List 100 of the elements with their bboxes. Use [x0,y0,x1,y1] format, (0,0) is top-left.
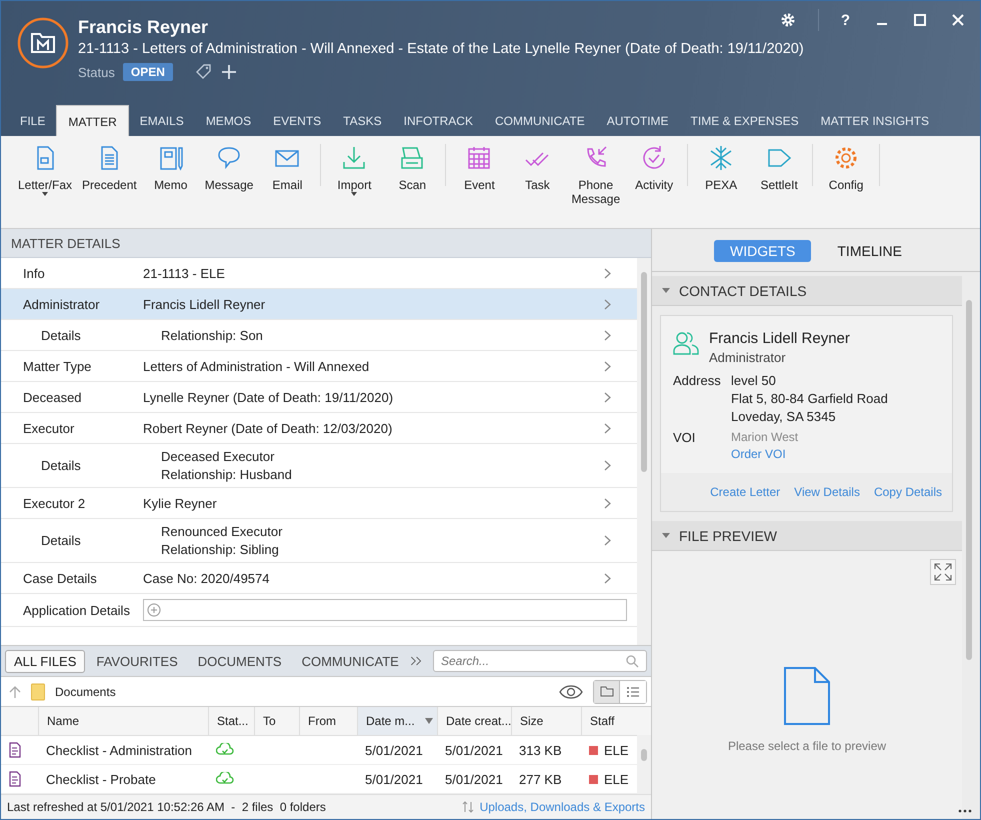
status-text: Last refreshed at 5/01/2021 10:52:26 AM - 2 files 0 folders [7,800,326,814]
scrollbar[interactable] [637,735,651,794]
matter-logo-icon [17,17,69,69]
column-header[interactable]: Date creat... [437,707,511,736]
chevron-right-icon [604,330,611,340]
ribbon-tab[interactable]: INFOTRACK [392,105,484,136]
detail-label: Administrator [22,296,101,312]
more-icon[interactable] [958,809,972,813]
ribbon-button[interactable]: Task [508,144,566,220]
folder-view-button[interactable] [594,680,620,703]
category-tab[interactable]: ALL FILES [5,650,86,673]
detail-label: Executor [22,420,76,436]
column-header[interactable]: Date m... [357,707,437,736]
document-icon [784,667,830,725]
ribbon-button[interactable]: Scan [383,144,442,220]
ribbon-button[interactable]: Phone Message [566,144,626,220]
date-cell-text: 5/01/2021 [444,770,504,789]
close-icon[interactable] [952,14,964,26]
ribbon-button[interactable]: Email [258,144,316,220]
column-header[interactable]: Staff [581,707,631,736]
date-cell-text: 5/01/2021 [364,770,424,789]
chevron-right-icon [604,498,611,508]
ribbon-tab[interactable]: COMMUNICATE [484,105,596,136]
date-cell-text: 5/01/2021 [364,742,424,760]
detail-row[interactable]: Details Relationship: Son [1,320,637,351]
column-header[interactable]: Size [511,707,581,736]
ribbon-button[interactable]: Config [817,144,876,220]
detail-value: Relationship: Husband [161,467,293,482]
detail-row[interactable]: Case Details Case No: 2020/49574 [1,563,637,594]
ribbon-tab[interactable]: AUTOTIME [596,105,680,136]
detail-row[interactable]: Deceased Lynelle Reyner (Date of Death: 19/11/2020) [1,382,637,413]
detail-row[interactable]: Administrator Francis Lidell Reyner [1,289,637,320]
column-header[interactable]: To [254,707,299,736]
category-tab[interactable]: FAVOURITES [87,650,187,673]
ribbon-tab[interactable]: MEMOS [194,105,262,136]
detail-value: Lynelle Reyner (Date of Death: 19/11/2020) [143,390,394,404]
help-button[interactable]: ? [840,12,850,28]
chevron-right-icon [604,392,611,402]
detail-input-field[interactable] [143,599,627,621]
detail-label: Details [40,328,82,342]
scrollbar[interactable] [637,258,651,646]
section-header[interactable]: CONTACT DETAILS [652,276,962,306]
chevron-right-icon [604,298,611,310]
column-header[interactable]: Stat... [208,707,254,736]
column-header[interactable]: Name [38,707,208,736]
size-cell-text: 277 KB [518,770,563,789]
detail-row[interactable]: Matter Type Letters of Administration - Will Annexed [1,351,637,382]
ribbon-tab[interactable]: TIME & EXPENSES [680,105,810,136]
detail-label: Matter Type [22,358,92,374]
staff-initials: ELE [604,742,629,758]
ribbon-button[interactable]: SettleIt [750,144,808,220]
preview-message: Please select a file to preview [728,739,886,753]
folder-icon [31,682,45,701]
status-badge: OPEN [122,63,173,81]
ribbon-button[interactable]: Message [200,144,258,220]
ribbon-button[interactable]: Letter/Fax [13,144,78,220]
category-tab[interactable]: DOCUMENTS [188,650,291,673]
collapse-arrow-icon [662,533,670,538]
ribbon-button[interactable]: PEXA [692,144,750,220]
detail-label: Case Details [22,570,98,586]
category-tab[interactable]: COMMUNICATE [292,650,408,673]
chevron-right-icon [604,360,611,372]
ribbon-tab[interactable]: MATTER [56,105,129,136]
detail-row[interactable]: Executor 2 Kylie Reyner [1,488,637,519]
detail-value: Francis Lidell Reyner [143,296,266,312]
size-cell-text: 313 KB [518,742,563,760]
expand-button[interactable] [930,559,956,585]
detail-row[interactable]: Executor Robert Reyner (Date of Death: 12/03/2020) [1,413,637,444]
ribbon-tab[interactable]: EMAILS [128,105,195,136]
detail-value: Letters of Administration - Will Annexed [143,358,370,374]
ribbon-tab[interactable]: TASKS [332,105,393,136]
contact-role: Administrator [709,350,787,365]
dropdown-caret-icon [351,192,358,196]
cloud-check-icon [216,743,234,758]
form-document-icon [9,742,21,758]
panel-tab[interactable]: TIMELINE [821,240,918,262]
maximize-icon[interactable] [914,14,926,26]
detail-row[interactable]: Details Renounced Executor Relationship: Sibling [1,519,637,563]
add-icon[interactable] [220,64,237,80]
search-field[interactable]: Search... [433,650,647,672]
ribbon-tab[interactable]: FILE [9,105,56,136]
ribbon-button[interactable]: Activity [625,144,684,220]
chevron-right-icon [604,535,611,546]
tag-icon[interactable] [194,63,213,81]
ribbon-button[interactable]: Precedent [77,144,142,220]
ribbon-button[interactable]: Event [450,144,508,220]
transfer-arrows-icon [462,801,474,814]
cloud-check-icon [216,772,234,786]
ribbon-tab[interactable]: MATTER INSIGHTS [810,105,940,136]
address-line: level 50 [731,373,777,388]
detail-row[interactable]: Application Details [1,594,637,627]
eye-icon[interactable] [559,684,583,699]
section-header[interactable]: FILE PREVIEW [652,521,962,551]
detail-label: Details [40,458,82,473]
ribbon-tab[interactable]: EVENTS [262,105,332,136]
ribbon-button[interactable]: Import [325,144,384,220]
file-row[interactable]: Checklist - Administration 5/01/2021 5/01/2021 313 KB ELE [1,736,637,766]
settings-icon[interactable] [780,12,796,28]
detail-row[interactable]: Details Deceased Executor Relationship: Husband [1,444,637,488]
ribbon-button[interactable]: Memo [142,144,200,220]
